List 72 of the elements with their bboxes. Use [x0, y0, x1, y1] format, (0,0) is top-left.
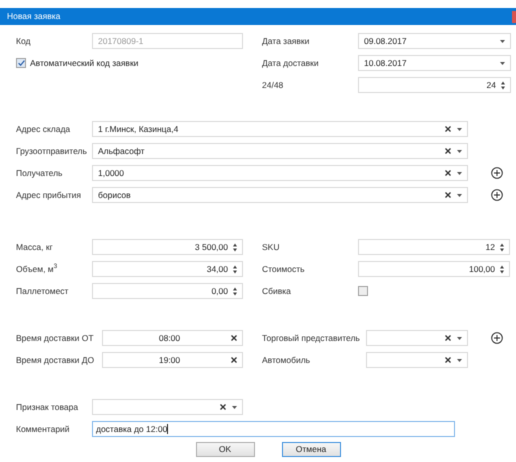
- caret-icon[interactable]: [457, 358, 462, 362]
- number-field[interactable]: 12: [358, 239, 510, 255]
- spinner-icon[interactable]: [233, 242, 237, 252]
- combo-field[interactable]: 1 г.Минск, Казинца,4: [92, 121, 468, 137]
- spinner-icon[interactable]: [233, 264, 237, 274]
- date-field[interactable]: 10.08.2017: [358, 55, 511, 71]
- combo-field[interactable]: [92, 399, 243, 415]
- comment-field[interactable]: доставка до 12:00: [92, 421, 455, 437]
- field-label: Торговый представитель: [262, 332, 361, 344]
- clear-icon[interactable]: [231, 335, 237, 341]
- field-label: Код: [16, 34, 32, 48]
- window-title: Новая заявка: [7, 10, 60, 23]
- date-field[interactable]: 09.08.2017: [358, 33, 511, 49]
- caret-icon[interactable]: [457, 172, 462, 174]
- combo-field[interactable]: [366, 330, 468, 346]
- field-label: Паллетомест: [16, 284, 70, 298]
- field-label: 24/48: [262, 78, 284, 92]
- caret-icon[interactable]: [500, 62, 505, 64]
- dialog-button[interactable]: OK: [196, 442, 254, 457]
- clear-icon[interactable]: [445, 335, 451, 341]
- number-field[interactable]: 24: [358, 77, 511, 93]
- checkbox-label: Автоматический код заявки: [30, 56, 138, 70]
- add-icon[interactable]: [491, 189, 503, 201]
- combo-field[interactable]: [366, 352, 468, 368]
- field-label: Грузоотправитель: [16, 144, 88, 158]
- check-icon: [18, 60, 24, 66]
- caret-icon[interactable]: [457, 128, 462, 130]
- clear-icon[interactable]: [220, 404, 226, 410]
- field-label: Дата доставки: [262, 56, 320, 70]
- spinner-icon[interactable]: [500, 264, 504, 274]
- field-label: Автомобиль: [262, 354, 312, 366]
- field-label: SKU: [262, 240, 280, 254]
- field-label: Признак товара: [16, 400, 80, 414]
- clear-icon[interactable]: [445, 126, 451, 132]
- number-field[interactable]: 0,00: [92, 283, 243, 299]
- field-label: Дата заявки: [262, 34, 310, 48]
- field-label: Получатель: [16, 166, 64, 180]
- field-label: Комментарий: [16, 422, 71, 436]
- clear-icon[interactable]: [231, 357, 237, 363]
- combo-field[interactable]: Альфасофт: [92, 143, 468, 159]
- field-label: Сбивка: [262, 284, 292, 298]
- clear-icon[interactable]: [445, 192, 451, 198]
- time-field[interactable]: 19:00: [102, 352, 243, 368]
- caret-icon[interactable]: [457, 336, 462, 340]
- checkbox[interactable]: [358, 286, 368, 296]
- caret-icon[interactable]: [457, 150, 462, 152]
- spinner-icon[interactable]: [501, 80, 505, 90]
- field-label: Время доставки ДО: [16, 354, 96, 366]
- combo-field[interactable]: 1,0000: [92, 165, 468, 181]
- time-field[interactable]: 08:00: [102, 330, 243, 346]
- field-label: Время доставки ОТ: [16, 332, 95, 344]
- field-label: Адрес прибытия: [16, 188, 82, 202]
- caret-icon[interactable]: [457, 194, 462, 196]
- add-icon[interactable]: [491, 167, 503, 179]
- dialog-button[interactable]: Отмена: [282, 442, 340, 457]
- field-label: Адрес склада: [16, 122, 72, 136]
- clear-icon[interactable]: [445, 357, 451, 363]
- caret-icon[interactable]: [500, 40, 505, 42]
- spinner-icon[interactable]: [500, 242, 504, 252]
- field-label: Стоимость: [262, 262, 306, 276]
- clear-icon[interactable]: [445, 148, 451, 154]
- number-field[interactable]: 34,00: [92, 261, 243, 277]
- clear-icon[interactable]: [445, 170, 451, 176]
- number-field[interactable]: 100,00: [358, 261, 510, 277]
- caret-icon[interactable]: [232, 406, 237, 408]
- number-field[interactable]: 3 500,00: [92, 239, 243, 255]
- add-icon[interactable]: [491, 332, 503, 344]
- spinner-icon[interactable]: [233, 286, 237, 296]
- checkbox[interactable]: [16, 58, 26, 68]
- field-label: Масса, кг: [16, 240, 54, 254]
- combo-field[interactable]: борисов: [92, 187, 468, 203]
- field-label: Объем, м$^{3}$: [16, 262, 58, 276]
